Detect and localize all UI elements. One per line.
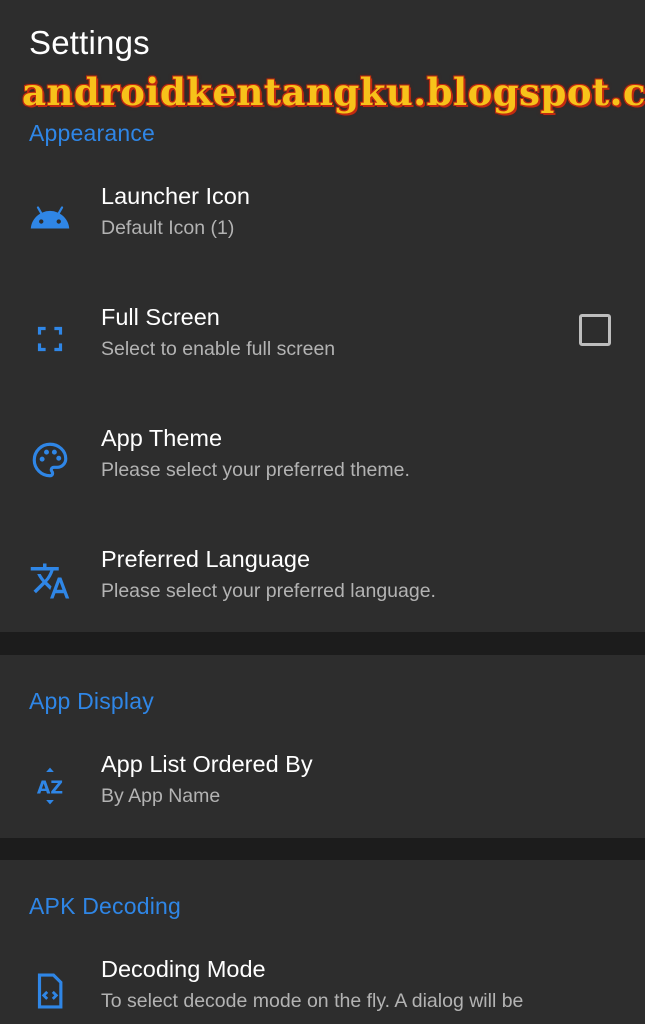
fullscreen-icon bbox=[29, 318, 71, 360]
setting-title: Full Screen bbox=[101, 304, 220, 330]
page-title: Settings bbox=[29, 24, 150, 61]
setting-decoding-mode[interactable]: Decoding Mode To select decode mode on t… bbox=[0, 956, 645, 1024]
setting-summary: By App Name bbox=[101, 785, 221, 807]
setting-summary: Please select your preferred theme. bbox=[101, 459, 410, 481]
watermark: androidkentangku.blogspot.com bbox=[22, 70, 645, 114]
setting-title: App List Ordered By bbox=[101, 751, 313, 777]
setting-preferred-language[interactable]: Preferred Language Please select your pr… bbox=[0, 546, 645, 636]
setting-app-list-ordered-by[interactable]: AZ App List Ordered By By App Name bbox=[0, 751, 645, 841]
apk-decoding-card: APK Decoding Decoding Mode To select dec… bbox=[0, 860, 645, 1024]
setting-app-theme[interactable]: App Theme Please select your preferred t… bbox=[0, 425, 645, 515]
full-screen-checkbox[interactable] bbox=[579, 314, 611, 346]
setting-summary: Default Icon (1) bbox=[101, 217, 235, 239]
translate-icon bbox=[29, 560, 71, 602]
appearance-card: Settings androidkentangku.blogspot.com A… bbox=[0, 0, 645, 632]
android-icon bbox=[29, 197, 71, 239]
setting-summary: To select decode mode on the fly. A dial… bbox=[101, 990, 524, 1012]
setting-summary: Please select your preferred language. bbox=[101, 580, 436, 602]
section-header-apk-decoding: APK Decoding bbox=[29, 893, 181, 919]
svg-text:AZ: AZ bbox=[37, 779, 63, 799]
setting-summary: Select to enable full screen bbox=[101, 338, 336, 360]
section-header-appearance: Appearance bbox=[29, 120, 156, 146]
app-display-card: App Display AZ App List Ordered By By Ap… bbox=[0, 655, 645, 838]
setting-title: Decoding Mode bbox=[101, 956, 266, 982]
setting-full-screen[interactable]: Full Screen Select to enable full screen bbox=[0, 304, 645, 394]
setting-title: Launcher Icon bbox=[101, 183, 250, 209]
settings-screen: Settings androidkentangku.blogspot.com A… bbox=[0, 0, 645, 1024]
setting-title: Preferred Language bbox=[101, 546, 311, 572]
section-header-app-display: App Display bbox=[29, 688, 154, 714]
code-file-icon bbox=[29, 970, 71, 1012]
setting-launcher-icon[interactable]: Launcher Icon Default Icon (1) bbox=[0, 183, 645, 273]
sort-az-icon: AZ bbox=[29, 765, 71, 807]
palette-icon bbox=[29, 439, 71, 481]
setting-title: App Theme bbox=[101, 425, 223, 451]
